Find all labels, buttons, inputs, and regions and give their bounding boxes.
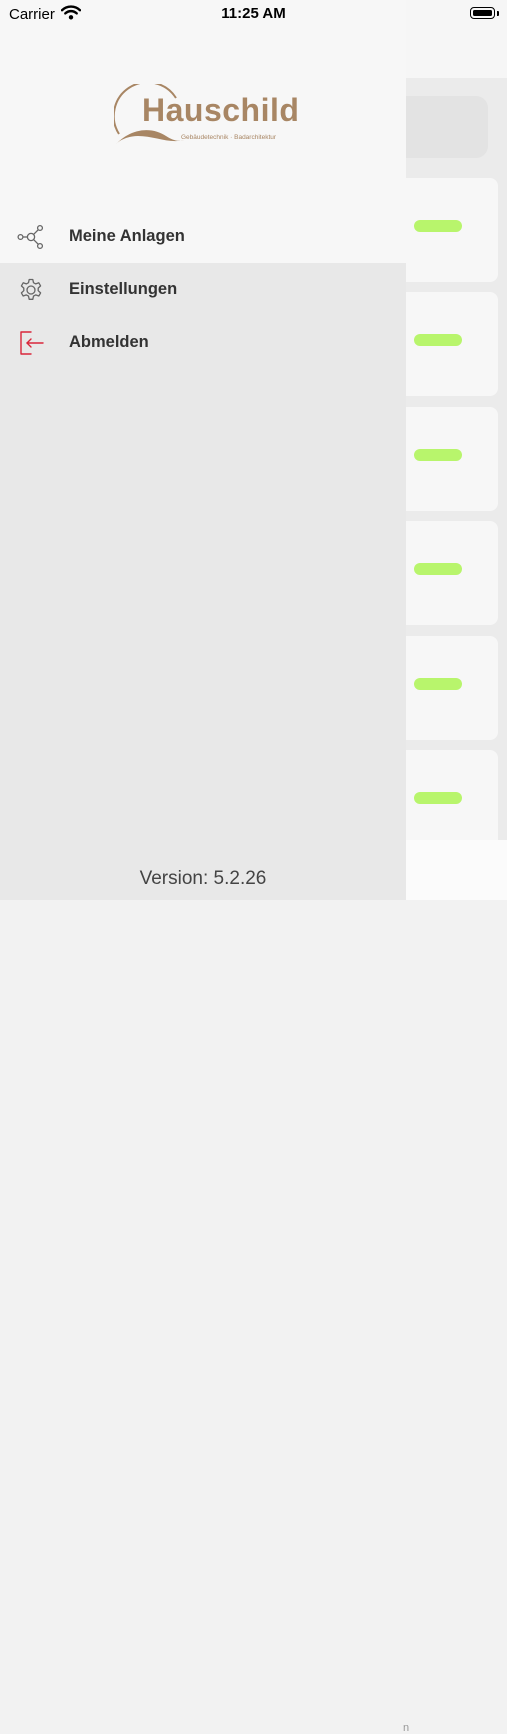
clock: 11:25 AM <box>221 5 286 22</box>
brand-name: Hauschild <box>142 92 300 128</box>
menu-item-label: Einstellungen <box>69 280 178 298</box>
status-pill <box>414 678 462 690</box>
drawer-header: Hauschild Gebäudetechnik · Badarchitektu… <box>0 0 406 210</box>
status-pill <box>414 563 462 575</box>
gear-icon <box>20 278 42 300</box>
side-drawer: Hauschild Gebäudetechnik · Badarchitektu… <box>0 0 406 900</box>
menu-item-label: Meine Anlagen <box>69 227 185 245</box>
logout-icon <box>20 331 44 355</box>
battery-icon <box>470 7 495 19</box>
status-bar: Carrier 11:25 AM <box>0 0 507 28</box>
status-pill <box>414 449 462 461</box>
menu-item-abmelden[interactable]: Abmelden <box>0 316 406 369</box>
status-pill <box>414 334 462 346</box>
battery-tip <box>497 11 499 16</box>
brand-tagline: Gebäudetechnik · Badarchitektur <box>181 134 277 141</box>
menu-item-label: Abmelden <box>69 333 149 351</box>
menu-item-einstellungen[interactable]: Einstellungen <box>0 263 406 316</box>
menu-item-meine-anlagen[interactable]: Meine Anlagen <box>0 210 406 263</box>
brand-logo: Hauschild Gebäudetechnik · Badarchitektu… <box>114 84 300 150</box>
network-icon <box>17 224 44 250</box>
status-pill <box>414 220 462 232</box>
status-pill <box>414 792 462 804</box>
background-footer-text: n <box>403 1722 410 1734</box>
app-version: Version: 5.2.26 <box>139 868 267 889</box>
